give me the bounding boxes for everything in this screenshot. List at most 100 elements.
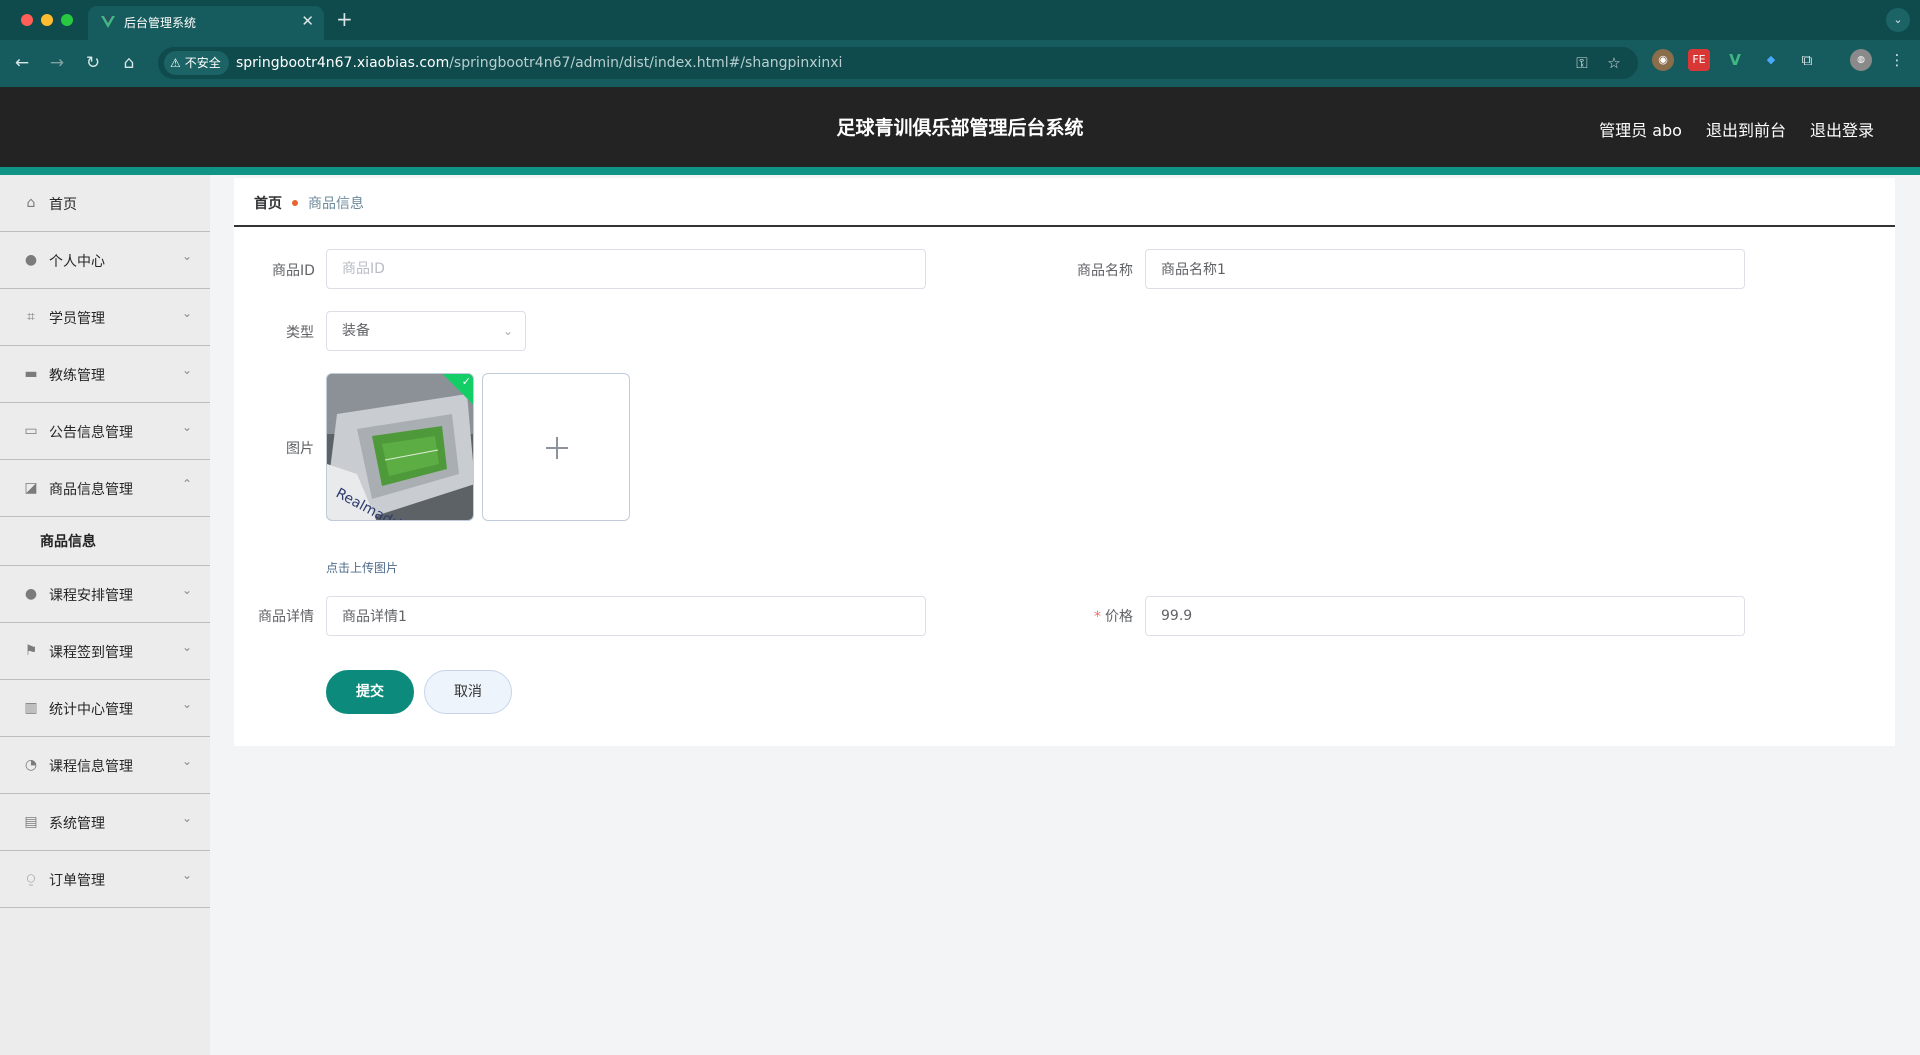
sidebar-item-products[interactable]: ◪ 商品信息管理 ⌃ bbox=[0, 460, 210, 517]
product-name-input[interactable] bbox=[1145, 249, 1745, 289]
forward-arrow-icon[interactable]: → bbox=[45, 51, 69, 75]
price-input[interactable] bbox=[1145, 596, 1745, 636]
sidebar-item-label: 公告信息管理 bbox=[49, 425, 133, 441]
user-icon: ● bbox=[24, 252, 38, 268]
tab-title: 后台管理系统 bbox=[124, 16, 197, 30]
home-icon[interactable]: ⌂ bbox=[117, 51, 141, 75]
chevron-down-icon: ⌄ bbox=[181, 249, 192, 263]
browser-tab-bar: 后台管理系统 ✕ + ⌄ bbox=[0, 0, 1920, 40]
chevron-down-icon: ⌄ bbox=[181, 811, 192, 825]
extension-vue-icon[interactable]: V bbox=[1724, 49, 1746, 71]
uploaded-image-thumbnail[interactable]: Realmadrid ✓ bbox=[326, 373, 474, 521]
back-arrow-icon[interactable]: ← bbox=[10, 51, 34, 75]
tab-close-icon[interactable]: ✕ bbox=[301, 12, 314, 30]
product-id-input[interactable] bbox=[326, 249, 926, 289]
chart-icon: ◪ bbox=[24, 480, 38, 496]
chevron-down-icon: ⌄ bbox=[181, 754, 192, 768]
security-indicator[interactable]: ⚠ 不安全 bbox=[164, 51, 229, 75]
profile-avatar[interactable]: ◍ bbox=[1850, 49, 1872, 71]
sidebar-subitem-label: 商品信息 bbox=[40, 534, 96, 550]
chevron-down-icon: ⌄ bbox=[181, 583, 192, 597]
sidebar-subitem-product-info[interactable]: 商品信息 bbox=[0, 517, 210, 566]
sidebar-item-course-schedule[interactable]: ● 课程安排管理 ⌄ bbox=[0, 566, 210, 623]
home-icon: ⌂ bbox=[26, 195, 36, 211]
sidebar-item-label: 课程签到管理 bbox=[49, 645, 133, 661]
sidebar-item-statistics[interactable]: ▥ 统计中心管理 ⌄ bbox=[0, 680, 210, 737]
sidebar-item-students[interactable]: ⌗ 学员管理 ⌄ bbox=[0, 289, 210, 346]
product-name-label: 商品名称 bbox=[1077, 263, 1133, 279]
header-accent-bar bbox=[0, 167, 1920, 175]
new-tab-button[interactable]: + bbox=[336, 8, 353, 30]
reload-icon[interactable]: ↻ bbox=[81, 51, 105, 75]
cancel-button[interactable]: 取消 bbox=[424, 670, 512, 714]
chevron-down-icon: ⌄ bbox=[181, 420, 192, 434]
browser-menu-icon[interactable]: ⋮ bbox=[1886, 49, 1908, 71]
sidebar-item-orders[interactable]: ⍜ 订单管理 ⌄ bbox=[0, 851, 210, 908]
sidebar-item-label: 系统管理 bbox=[49, 816, 105, 832]
vue-logo-icon bbox=[101, 16, 115, 28]
sidebar-item-personal-center[interactable]: ● 个人中心 ⌄ bbox=[0, 232, 210, 289]
microphone-icon: ⍜ bbox=[26, 871, 36, 887]
type-label: 类型 bbox=[286, 325, 314, 341]
admin-user-label[interactable]: 管理员 abo bbox=[1599, 117, 1682, 141]
exit-to-front-link[interactable]: 退出到前台 bbox=[1706, 117, 1786, 141]
product-detail-input[interactable] bbox=[326, 596, 926, 636]
product-detail-label: 商品详情 bbox=[258, 609, 314, 625]
chevron-up-icon: ⌃ bbox=[181, 477, 192, 491]
breadcrumb-home[interactable]: 首页 bbox=[254, 193, 282, 213]
url-text[interactable]: springbootr4n67.xiaobias.com/springbootr… bbox=[236, 55, 842, 71]
plus-icon-vertical bbox=[556, 437, 558, 459]
logout-link[interactable]: 退出登录 bbox=[1810, 117, 1874, 141]
breadcrumb-divider bbox=[234, 225, 1895, 227]
sidebar-item-label: 订单管理 bbox=[49, 873, 105, 889]
chevron-down-icon: ⌄ bbox=[181, 363, 192, 377]
security-label: 不安全 bbox=[184, 56, 221, 70]
upload-tip-link[interactable]: 点击上传图片 bbox=[326, 559, 398, 576]
warning-icon: ⚠ bbox=[170, 56, 181, 70]
sidebar-item-course-checkin[interactable]: ⚑ 课程签到管理 ⌄ bbox=[0, 623, 210, 680]
sidebar-item-label: 课程安排管理 bbox=[49, 588, 133, 604]
stadium-image: Realmadrid bbox=[327, 374, 473, 520]
extension-pin-icon[interactable]: ◆ bbox=[1760, 49, 1782, 71]
extension-fe-icon[interactable]: FE bbox=[1688, 49, 1710, 71]
password-key-icon[interactable]: ⚿ bbox=[1572, 53, 1592, 73]
sidebar-item-label: 教练管理 bbox=[49, 368, 105, 384]
address-bar[interactable]: ⚠ 不安全 springbootr4n67.xiaobias.com/spring… bbox=[158, 47, 1638, 79]
bookmark-star-icon[interactable]: ☆ bbox=[1604, 53, 1624, 73]
chevron-down-icon: ⌄ bbox=[181, 640, 192, 654]
breadcrumb: 首页 商品信息 bbox=[254, 193, 364, 213]
image-label: 图片 bbox=[286, 441, 314, 457]
id-card-icon: ▭ bbox=[24, 423, 38, 439]
url-host: springbootr4n67.xiaobias.com bbox=[236, 55, 450, 71]
sidebar-item-course-info[interactable]: ◔ 课程信息管理 ⌄ bbox=[0, 737, 210, 794]
submit-button[interactable]: 提交 bbox=[326, 670, 414, 714]
sidebar-item-label: 个人中心 bbox=[49, 254, 105, 270]
bar-chart-icon: ▥ bbox=[24, 700, 38, 716]
sidebar-item-home[interactable]: ⌂ 首页 bbox=[0, 175, 210, 232]
compass-icon: ◔ bbox=[24, 757, 38, 773]
required-mark: * bbox=[1094, 609, 1101, 625]
clipboard-icon: ▤ bbox=[24, 814, 38, 830]
browser-toolbar: ← → ↻ ⌂ ⚠ 不安全 springbootr4n67.xiaobias.co… bbox=[0, 40, 1920, 87]
sidebar-item-system[interactable]: ▤ 系统管理 ⌄ bbox=[0, 794, 210, 851]
url-path: /springbootr4n67/admin/dist/index.html#/… bbox=[449, 55, 843, 71]
image-upload-button[interactable] bbox=[482, 373, 630, 521]
breadcrumb-current: 商品信息 bbox=[308, 196, 364, 212]
product-form-panel: 首页 商品信息 商品ID 商品名称 类型 装备 ⌄ 图片 Realmadrid … bbox=[234, 178, 1895, 746]
minimize-window-button[interactable] bbox=[41, 14, 53, 26]
type-select[interactable]: 装备 ⌄ bbox=[326, 311, 526, 351]
header-links: 管理员 abo 退出到前台 退出登录 bbox=[1599, 117, 1874, 141]
sidebar-item-announcements[interactable]: ▭ 公告信息管理 ⌄ bbox=[0, 403, 210, 460]
browser-tab[interactable]: 后台管理系统 ✕ bbox=[88, 6, 324, 40]
app-header: 足球青训俱乐部管理后台系统 管理员 abo 退出到前台 退出登录 bbox=[0, 87, 1920, 167]
maximize-window-button[interactable] bbox=[61, 14, 73, 26]
extensions-puzzle-icon[interactable]: ⧉ bbox=[1796, 49, 1818, 71]
tab-search-icon[interactable]: ⌄ bbox=[1886, 8, 1910, 32]
sidebar-item-label: 统计中心管理 bbox=[49, 702, 133, 718]
extension-owl-icon[interactable]: ◉ bbox=[1652, 49, 1674, 71]
chevron-down-icon: ⌄ bbox=[181, 697, 192, 711]
sidebar-item-coaches[interactable]: ▬ 教练管理 ⌄ bbox=[0, 346, 210, 403]
close-window-button[interactable] bbox=[21, 14, 33, 26]
flag-icon: ⚑ bbox=[24, 643, 38, 659]
sidebar-item-label: 学员管理 bbox=[49, 311, 105, 327]
